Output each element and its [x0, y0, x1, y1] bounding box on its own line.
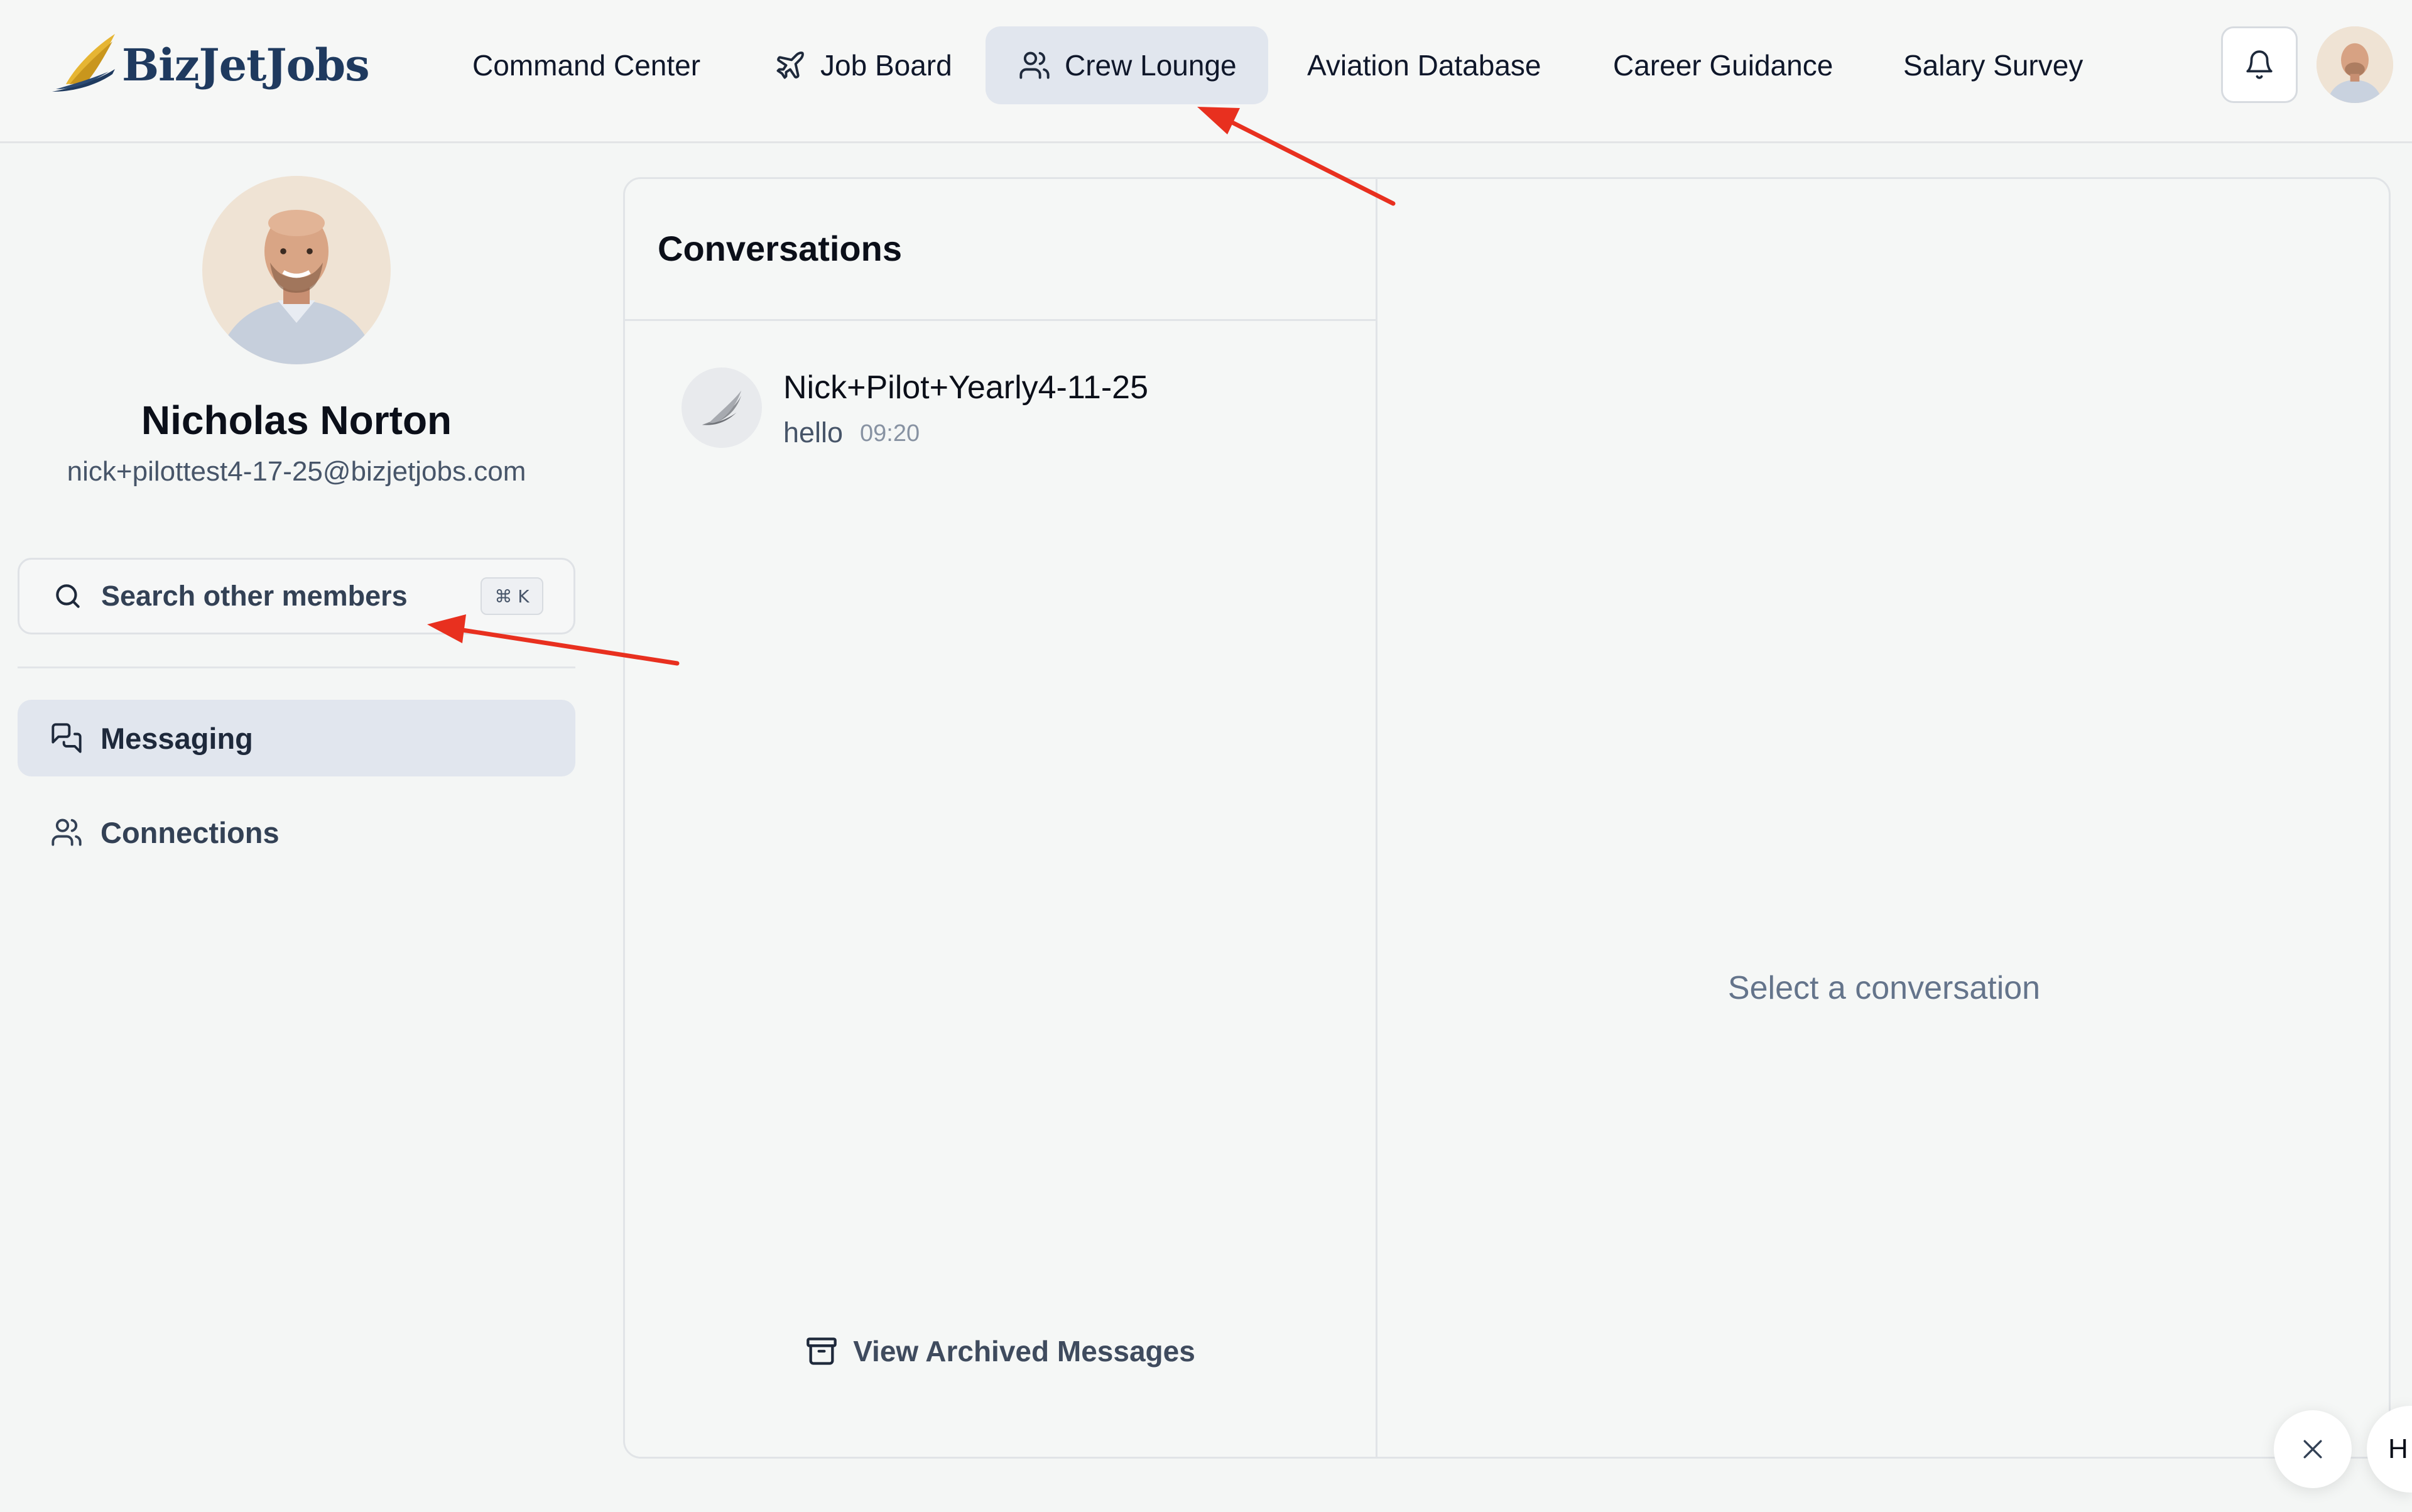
conversation-list-header: Conversations — [625, 179, 1376, 321]
nav-career-guidance[interactable]: Career Guidance — [1613, 26, 1833, 104]
conversation-preview: hello — [783, 416, 844, 449]
nav-crew-lounge[interactable]: Crew Lounge — [986, 26, 1268, 104]
sidebar-item-label: Connections — [100, 815, 280, 849]
profile-name: Nicholas Norton — [141, 398, 452, 443]
widget-close-button[interactable] — [2274, 1410, 2352, 1488]
nav-aviation-database[interactable]: Aviation Database — [1307, 26, 1541, 104]
view-archived-button[interactable]: View Archived Messages — [625, 1326, 1376, 1376]
brand-name: BizJetJobs — [122, 38, 370, 91]
top-nav-bar: BizJetJobs Command Center Job Board Crew… — [0, 0, 2412, 143]
conversation-avatar — [682, 367, 762, 448]
users-icon — [1018, 49, 1051, 82]
sidebar-item-connections[interactable]: Connections — [18, 794, 575, 871]
nav-label: Aviation Database — [1307, 49, 1541, 82]
profile-email: nick+pilottest4-17-25@bizjetjobs.com — [67, 456, 526, 487]
nav-label: Job Board — [820, 49, 952, 82]
profile-avatar — [202, 176, 391, 364]
keyboard-shortcut-badge: ⌘ K — [481, 577, 543, 615]
view-archived-label: View Archived Messages — [853, 1335, 1195, 1368]
users-icon — [50, 816, 83, 849]
default-wing-avatar-icon — [702, 390, 742, 425]
plane-icon — [774, 49, 807, 82]
empty-state-text: Select a conversation — [1727, 970, 2041, 1006]
sidebar-divider — [18, 666, 575, 668]
messaging-panel: Conversations Nick+Pilot+Yearly4-11-25 h… — [623, 177, 2391, 1459]
nav-command-center[interactable]: Command Center — [472, 26, 700, 104]
profile-photo — [202, 176, 391, 364]
help-widget-text: H — [2388, 1433, 2408, 1464]
close-icon — [2303, 1440, 2322, 1459]
avatar — [2317, 26, 2393, 103]
conversation-time: 09:20 — [860, 420, 920, 447]
member-search-input[interactable]: Search other members ⌘ K — [18, 558, 575, 634]
bell-icon — [2246, 50, 2273, 79]
nav-label: Command Center — [472, 49, 701, 82]
conversations-title: Conversations — [658, 229, 902, 268]
search-placeholder: Search other members — [101, 580, 408, 612]
nav-salary-survey[interactable]: Salary Survey — [1903, 26, 2083, 104]
sidebar-item-label: Messaging — [100, 721, 253, 755]
brand-logo[interactable]: BizJetJobs — [47, 30, 370, 99]
user-avatar-button[interactable] — [2317, 26, 2393, 103]
conversation-list-pane: Conversations Nick+Pilot+Yearly4-11-25 h… — [625, 179, 1377, 1457]
notifications-button[interactable] — [2221, 26, 2298, 103]
jet-wing-logo-icon — [52, 34, 115, 92]
conversation-name: Nick+Pilot+Yearly4-11-25 — [783, 369, 1148, 406]
archive-icon — [805, 1335, 838, 1368]
messages-icon — [50, 722, 83, 754]
nav-label: Career Guidance — [1613, 49, 1833, 82]
conversation-list-item[interactable]: Nick+Pilot+Yearly4-11-25 hello 09:20 — [625, 367, 1376, 462]
conversation-detail-pane: Select a conversation — [1377, 179, 2389, 1007]
search-icon — [52, 580, 84, 612]
nav-job-board[interactable]: Job Board — [774, 26, 952, 104]
nav-label: Crew Lounge — [1065, 49, 1237, 82]
sidebar-item-messaging[interactable]: Messaging — [18, 700, 575, 776]
nav-label: Salary Survey — [1903, 49, 2083, 82]
